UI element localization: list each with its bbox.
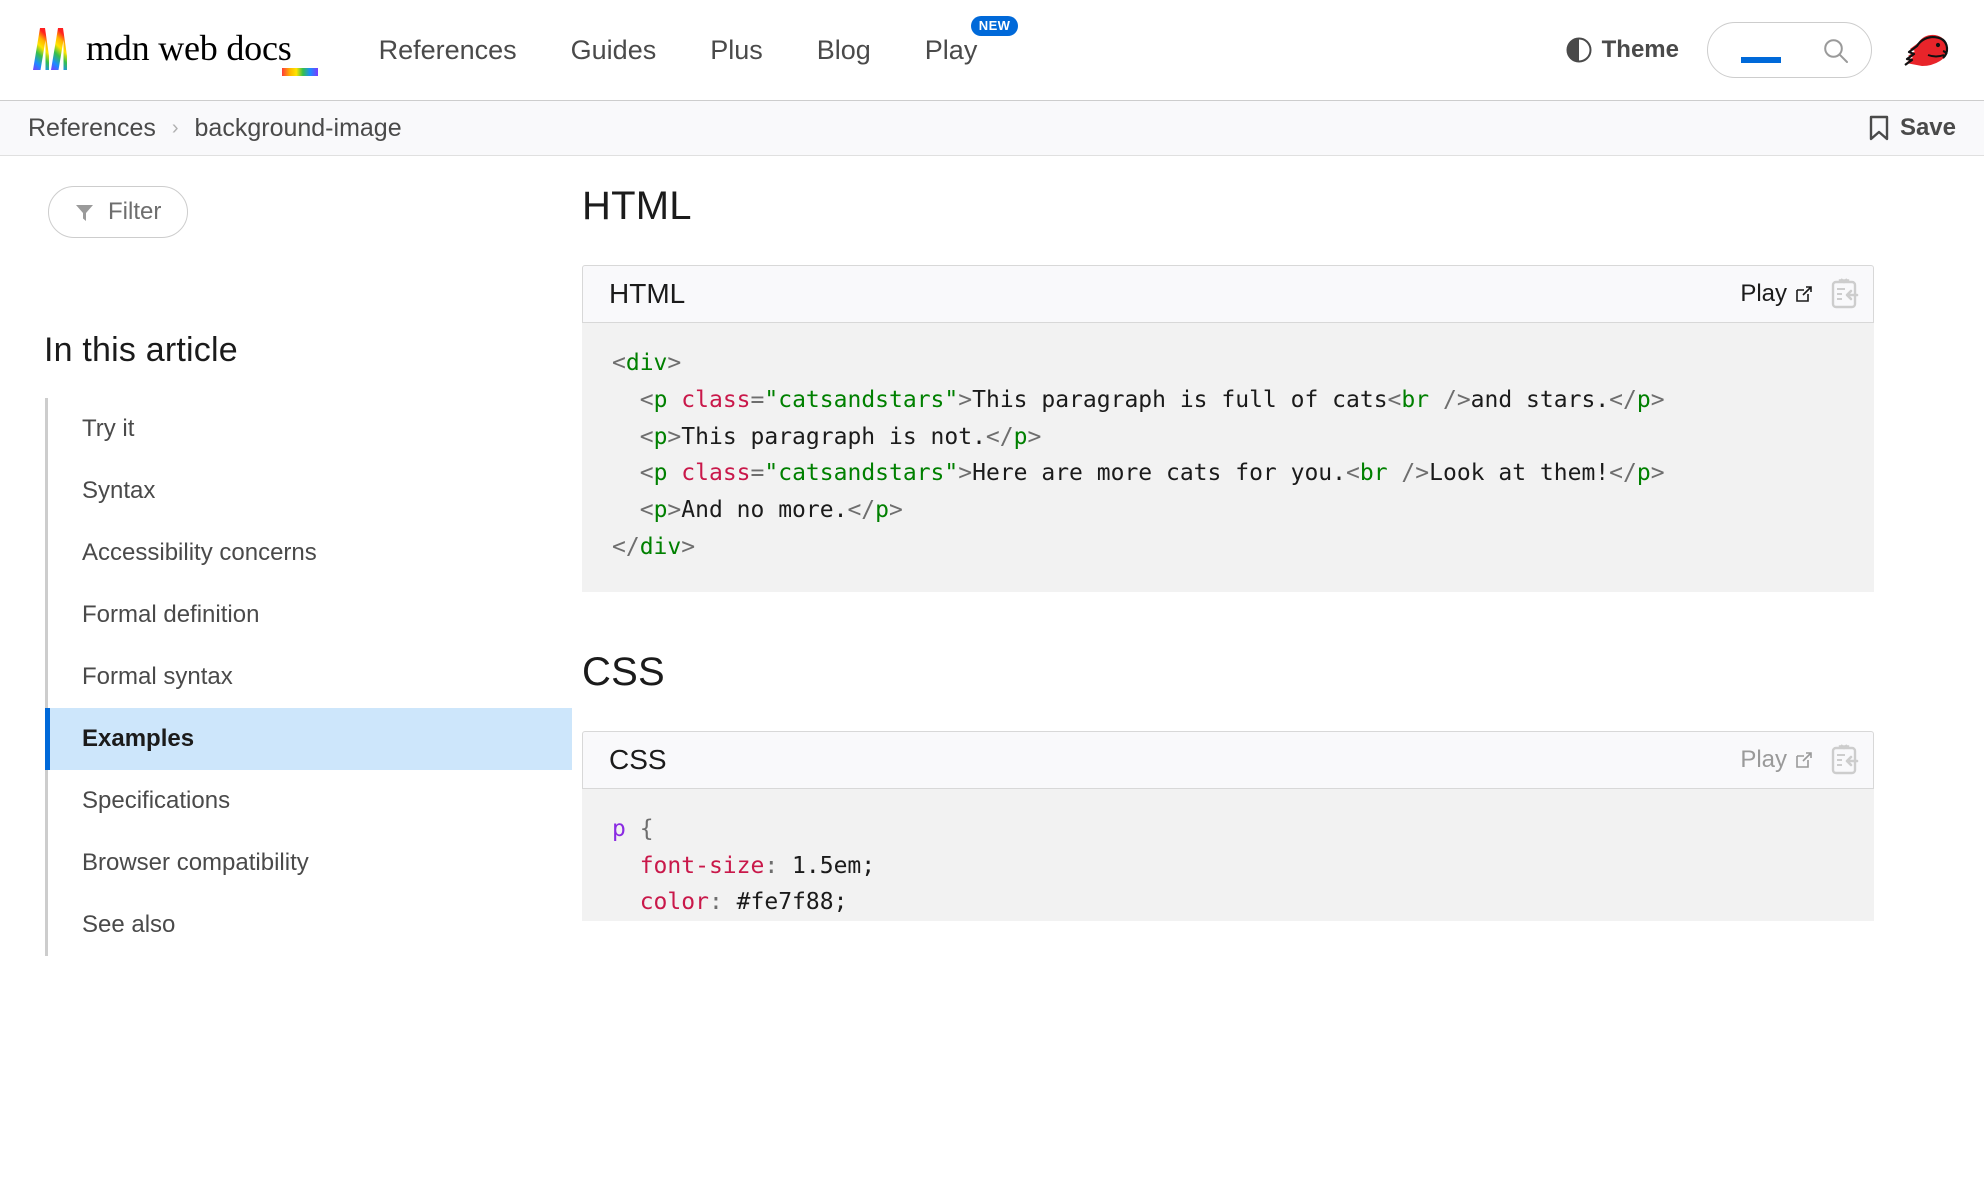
- toc-item: Formal syntax: [48, 646, 572, 708]
- breadcrumb: References › background-image Save: [0, 101, 1984, 156]
- sidebar-item-see-also[interactable]: See also: [45, 894, 572, 956]
- theme-contrast-icon: [1566, 37, 1592, 63]
- code-content-css[interactable]: p { font-size: 1.5em; color: #fe7f88;: [582, 789, 1874, 921]
- code-content-html[interactable]: <div> <p class="catsandstars">This parag…: [582, 323, 1874, 592]
- code-block-header: CSS Play: [582, 731, 1874, 789]
- nav-item-plus[interactable]: Plus: [683, 35, 790, 66]
- nav-item-references[interactable]: References: [352, 35, 544, 66]
- header-right-group: Theme: [1566, 22, 1950, 78]
- logo-rainbow-underline: [282, 68, 318, 76]
- code-block-html: HTML Play: [582, 265, 1874, 592]
- sidebar: Filter In this article Try it Syntax Acc…: [0, 156, 572, 1200]
- search-icon: [1823, 38, 1849, 64]
- clipboard-copy-icon: [1829, 744, 1859, 776]
- search-input[interactable]: [1707, 22, 1872, 78]
- new-badge: NEW: [971, 16, 1019, 36]
- external-link-icon: [1795, 751, 1813, 769]
- toc-item: See also: [48, 894, 572, 956]
- avatar[interactable]: [1902, 29, 1950, 71]
- theme-label: Theme: [1602, 36, 1679, 64]
- theme-toggle-button[interactable]: Theme: [1566, 36, 1679, 64]
- filter-label: Filter: [108, 198, 161, 226]
- external-link-icon: [1795, 285, 1813, 303]
- sidebar-item-syntax[interactable]: Syntax: [45, 460, 572, 522]
- mdn-logo-icon: [30, 26, 76, 72]
- nav-item-play-label: Play: [925, 35, 978, 65]
- breadcrumb-item-references[interactable]: References: [28, 114, 156, 143]
- nav-item-blog[interactable]: Blog: [790, 35, 898, 66]
- code-language-label: CSS: [609, 744, 667, 776]
- sidebar-item-specifications[interactable]: Specifications: [45, 770, 572, 832]
- toc-item: Browser compatibility: [48, 832, 572, 894]
- sidebar-item-formal-definition[interactable]: Formal definition: [45, 584, 572, 646]
- mdn-logo-link[interactable]: mdn web docs: [30, 26, 292, 74]
- play-link-html[interactable]: Play: [1740, 280, 1813, 308]
- toc-title: In this article: [44, 331, 572, 370]
- copy-to-clipboard-button[interactable]: [1829, 744, 1859, 776]
- sidebar-item-try-it[interactable]: Try it: [45, 398, 572, 460]
- search-cursor: [1741, 57, 1781, 63]
- toc-item-active: Examples: [48, 708, 572, 770]
- toc-item: Specifications: [48, 770, 572, 832]
- breadcrumb-item-current: background-image: [195, 114, 402, 143]
- breadcrumb-separator: ›: [172, 117, 179, 140]
- clipboard-copy-icon: [1829, 278, 1859, 310]
- mdn-logo-text: mdn web docs: [86, 28, 292, 68]
- code-block-actions: Play: [1740, 744, 1859, 776]
- code-block-css: CSS Play: [582, 731, 1874, 921]
- nav-item-guides[interactable]: Guides: [544, 35, 684, 66]
- play-link-css[interactable]: Play: [1740, 746, 1813, 774]
- page-body: Filter In this article Try it Syntax Acc…: [0, 156, 1984, 1200]
- filter-funnel-icon: [75, 203, 94, 222]
- copy-to-clipboard-button[interactable]: [1829, 278, 1859, 310]
- section-heading-css: CSS: [582, 650, 1874, 695]
- play-label: Play: [1740, 280, 1787, 308]
- save-label: Save: [1900, 114, 1956, 142]
- play-label: Play: [1740, 746, 1787, 774]
- sidebar-item-formal-syntax[interactable]: Formal syntax: [45, 646, 572, 708]
- sidebar-item-browser-compatibility[interactable]: Browser compatibility: [45, 832, 572, 894]
- code-block-actions: Play: [1740, 278, 1859, 310]
- bookmark-icon: [1868, 115, 1890, 141]
- toc-item: Accessibility concerns: [48, 522, 572, 584]
- toc-item: Try it: [48, 398, 572, 460]
- nav-item-play[interactable]: Play NEW: [898, 35, 1024, 66]
- code-language-label: HTML: [609, 278, 685, 310]
- code-block-header: HTML Play: [582, 265, 1874, 323]
- toc-item: Formal definition: [48, 584, 572, 646]
- site-header: mdn web docs References Guides Plus Blog…: [0, 0, 1984, 101]
- toc-list: Try it Syntax Accessibility concerns For…: [45, 398, 572, 956]
- filter-button[interactable]: Filter: [48, 186, 188, 238]
- save-button[interactable]: Save: [1868, 114, 1956, 142]
- section-heading-html: HTML: [582, 184, 1874, 229]
- sidebar-item-accessibility-concerns[interactable]: Accessibility concerns: [45, 522, 572, 584]
- main-content: HTML HTML Play: [572, 156, 1984, 1200]
- sidebar-item-examples[interactable]: Examples: [45, 708, 572, 770]
- main-navigation: References Guides Plus Blog Play NEW: [352, 35, 1024, 66]
- toc-item: Syntax: [48, 460, 572, 522]
